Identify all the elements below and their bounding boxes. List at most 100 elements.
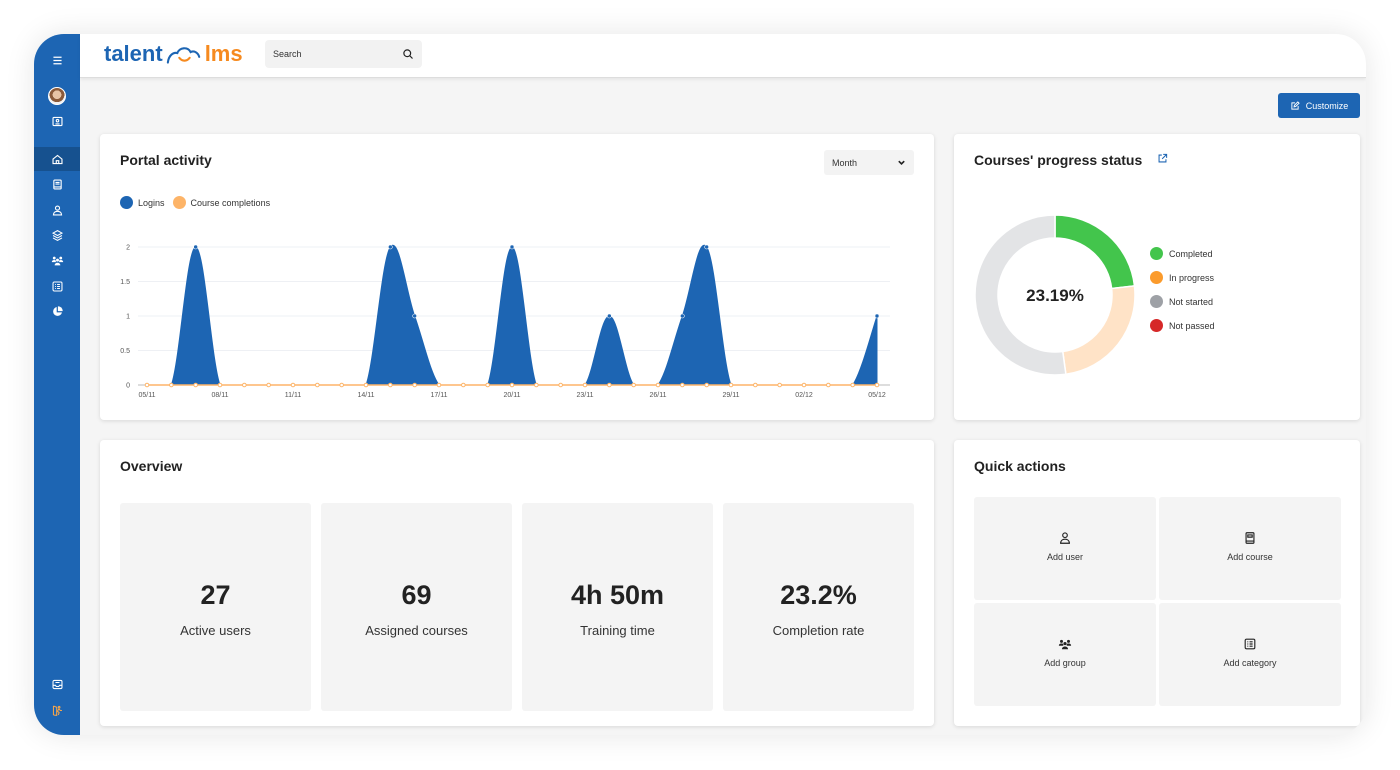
sidebar-item-courses[interactable]	[34, 172, 80, 196]
completions-point	[534, 382, 539, 388]
completions-point	[363, 382, 369, 388]
portal-activity-card: Portal activity Month Logins Course comp…	[100, 134, 934, 420]
logins-point	[874, 313, 880, 319]
list-icon	[1244, 638, 1256, 650]
completions-point	[266, 382, 271, 388]
sidebar	[34, 34, 80, 735]
legend-dot-logins	[120, 196, 133, 209]
completions-point	[631, 382, 636, 388]
completions-point	[728, 382, 734, 388]
legend-label: Course completions	[190, 197, 271, 208]
stat-label: Assigned courses	[365, 623, 468, 638]
legend-dot-not-passed	[1150, 319, 1163, 332]
stat-completion-rate[interactable]: 23.2% Completion rate	[723, 503, 914, 711]
customize-label: Customize	[1305, 100, 1349, 111]
sidebar-item-groups[interactable]	[34, 248, 80, 272]
search-icon[interactable]	[402, 48, 414, 60]
avatar[interactable]	[48, 87, 66, 105]
sidebar-item-categories[interactable]	[34, 274, 80, 298]
completions-point	[290, 382, 296, 388]
x-tick-label: 02/12	[795, 392, 813, 399]
portal-activity-title: Portal activity	[120, 152, 212, 168]
legend-dot-not-started	[1150, 295, 1163, 308]
x-tick-label: 23/11	[577, 392, 594, 399]
legend-label: Completed	[1169, 248, 1213, 259]
donut-slice-completed[interactable]	[1054, 214, 1136, 290]
group-icon	[51, 256, 63, 265]
user-icon	[1060, 532, 1070, 544]
completions-point	[509, 382, 515, 388]
logo-text-lms: lms	[204, 41, 243, 66]
sidebar-item-messages[interactable]	[34, 672, 80, 696]
legend-dot-in-progress	[1150, 271, 1163, 284]
logins-point	[388, 244, 393, 250]
completions-point	[485, 382, 490, 388]
search-input[interactable]	[273, 49, 402, 59]
x-tick-label: 05/11	[139, 392, 156, 399]
x-tick-label: 08/11	[212, 392, 229, 399]
sidebar-item-logout[interactable]	[34, 698, 80, 722]
add-group-button[interactable]: Add group	[974, 603, 1156, 706]
hamburger-icon	[52, 56, 62, 64]
x-tick-label: 29/11	[723, 392, 740, 399]
completions-point	[655, 382, 661, 388]
x-tick-label: 14/11	[358, 392, 375, 399]
period-select[interactable]: Month	[824, 150, 914, 175]
completions-point	[461, 382, 466, 388]
sidebar-item-learning-paths[interactable]	[34, 223, 80, 247]
completions-point	[753, 382, 758, 388]
id-badge-icon	[51, 116, 63, 126]
completions-point	[874, 382, 880, 388]
period-select-value: Month	[832, 157, 858, 168]
legend-label: Not passed	[1169, 320, 1215, 331]
y-tick-label: 1.5	[120, 279, 130, 286]
logo-text-talent: talent	[104, 41, 163, 66]
cloud-logo-icon	[166, 47, 200, 64]
donut-legend-completed[interactable]: Completed	[1150, 247, 1213, 260]
donut-legend-in-progress[interactable]: In progress	[1150, 271, 1214, 284]
completions-point	[558, 382, 563, 388]
menu-button[interactable]	[34, 48, 80, 72]
external-link-icon[interactable]	[1157, 153, 1168, 164]
overview-title: Overview	[120, 458, 183, 474]
completions-point	[850, 382, 855, 388]
completions-point	[826, 382, 831, 388]
legend-label: In progress	[1169, 272, 1215, 283]
quick-actions-card: Quick actions Add user Add course Add gr…	[954, 440, 1360, 726]
list-icon	[52, 281, 62, 291]
logo[interactable]: talent lms	[104, 41, 243, 67]
add-course-button[interactable]: Add course	[1159, 497, 1341, 600]
customize-button[interactable]: Customize	[1278, 93, 1360, 118]
completions-point	[777, 382, 782, 388]
quick-action-label: Add group	[1044, 658, 1086, 668]
completions-point	[704, 382, 709, 388]
progress-donut-chart: 23.19%	[974, 214, 1136, 376]
donut-legend-not-started[interactable]: Not started	[1150, 295, 1213, 308]
sidebar-item-role[interactable]	[34, 109, 80, 133]
legend-item-logins[interactable]: Logins	[120, 196, 165, 209]
sidebar-item-reports[interactable]	[34, 299, 80, 323]
completions-point	[193, 382, 198, 388]
sidebar-item-home[interactable]	[34, 147, 80, 171]
stat-assigned-courses[interactable]: 69 Assigned courses	[321, 503, 512, 711]
y-tick-label: 0.5	[120, 348, 130, 355]
logins-point	[704, 244, 709, 250]
chart-legend: Logins Course completions	[120, 196, 270, 209]
stat-value: 27	[200, 580, 231, 610]
book-icon	[52, 178, 62, 190]
quick-actions-title: Quick actions	[974, 458, 1066, 474]
user-icon	[52, 204, 62, 216]
sidebar-item-users[interactable]	[34, 198, 80, 222]
completions-point	[582, 382, 588, 388]
logins-point	[607, 313, 612, 319]
layers-icon	[51, 229, 63, 241]
y-tick-label: 0	[126, 383, 130, 390]
donut-legend-not-passed[interactable]: Not passed	[1150, 319, 1215, 332]
courses-progress-title: Courses' progress status	[974, 152, 1143, 168]
add-category-button[interactable]: Add category	[1159, 603, 1341, 706]
legend-label: Logins	[138, 197, 165, 208]
legend-item-completions[interactable]: Course completions	[172, 196, 271, 209]
stat-training-time[interactable]: 4h 50m Training time	[522, 503, 713, 711]
add-user-button[interactable]: Add user	[974, 497, 1156, 600]
stat-active-users[interactable]: 27 Active users	[120, 503, 311, 711]
